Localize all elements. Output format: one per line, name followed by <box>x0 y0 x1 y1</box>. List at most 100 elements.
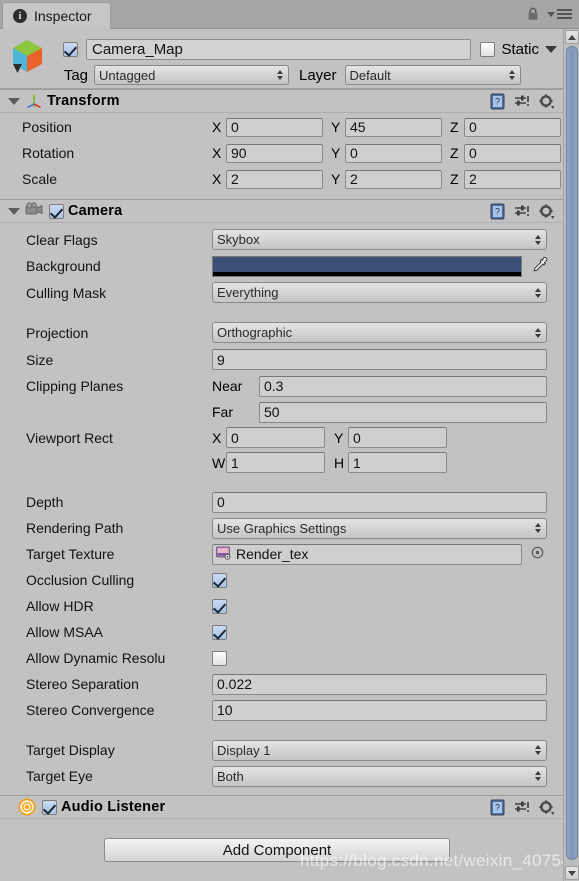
lock-icon[interactable] <box>527 7 539 21</box>
row-rendering-path: Rendering Path Use Graphics Settings <box>0 515 563 541</box>
chevron-updown-icon <box>508 70 515 80</box>
gameobject-header: Camera_Map Static Tag Untagged Layer Def… <box>0 29 563 89</box>
scale-x-input[interactable]: 2 <box>226 169 323 189</box>
inspector-body: Camera_Map Static Tag Untagged Layer Def… <box>0 29 563 881</box>
scroll-up-arrow[interactable] <box>565 30 579 44</box>
allow-msaa-checkbox[interactable] <box>212 624 227 640</box>
object-picker-icon[interactable] <box>531 546 544 562</box>
gameobject-active-checkbox[interactable] <box>63 41 78 57</box>
row-position: Position X 0 Y 45 Z 0 <box>0 114 563 140</box>
static-group: Static <box>480 41 557 58</box>
scrollbar-thumb[interactable] <box>566 46 578 860</box>
target-texture-value: Render_tex <box>236 546 309 562</box>
label-allow-hdr: Allow HDR <box>26 598 94 614</box>
rotation-z-input[interactable]: 0 <box>464 143 561 163</box>
clipping-near-input[interactable]: 0.3 <box>259 375 547 397</box>
label-projection: Projection <box>26 324 89 341</box>
camera-properties: Clear Flags Skybox Background Culling Ma… <box>0 223 563 789</box>
add-component-button[interactable]: Add Component <box>104 838 450 862</box>
component-header-transform[interactable]: Transform ? <box>0 89 563 113</box>
help-icon[interactable]: ? <box>490 799 505 816</box>
tab-inspector[interactable]: i Inspector <box>2 2 111 29</box>
gameobject-name-input[interactable]: Camera_Map <box>86 38 472 60</box>
gear-icon[interactable] <box>539 93 555 110</box>
preset-icon[interactable] <box>514 94 530 110</box>
eyedropper-icon[interactable] <box>530 256 548 277</box>
label-rotation: Rotation <box>22 145 75 161</box>
static-checkbox[interactable] <box>480 41 496 57</box>
position-x-input[interactable]: 0 <box>226 117 323 137</box>
audio-listener-enabled-checkbox[interactable] <box>42 799 57 815</box>
axis-label-z: Z <box>450 171 459 187</box>
size-input[interactable]: 9 <box>212 349 547 370</box>
label-stereo-separation: Stereo Separation <box>26 676 139 692</box>
target-texture-object-field[interactable]: Render_tex <box>212 543 522 565</box>
allow-hdr-checkbox[interactable] <box>212 598 227 614</box>
scale-z-input[interactable]: 2 <box>464 169 561 189</box>
axis-label-w: W <box>212 454 226 471</box>
clear-flags-dropdown[interactable]: Skybox <box>212 229 547 250</box>
tab-options-menu-icon[interactable] <box>547 9 572 19</box>
position-y-input[interactable]: 45 <box>345 117 442 137</box>
layer-dropdown[interactable]: Default <box>344 65 521 85</box>
position-z-input[interactable]: 0 <box>464 117 561 137</box>
rotation-x-input[interactable]: 90 <box>226 143 323 163</box>
row-clipping-planes-far: Far 50 <box>0 399 563 425</box>
preset-icon[interactable] <box>514 204 530 220</box>
label-background: Background <box>26 258 101 274</box>
tag-dropdown[interactable]: Untagged <box>94 65 289 85</box>
component-title-camera: Camera <box>68 203 123 219</box>
foldout-arrow-icon[interactable] <box>8 97 20 105</box>
viewport-h-input[interactable]: 1 <box>348 452 447 473</box>
tag-layer-row: Tag Untagged Layer Default <box>0 64 557 86</box>
label-allow-msaa: Allow MSAA <box>26 624 104 640</box>
camera-enabled-checkbox[interactable] <box>49 203 64 219</box>
viewport-w-input[interactable]: 1 <box>226 452 325 473</box>
gear-icon[interactable] <box>539 799 555 816</box>
row-clipping-planes-near: Clipping Planes Near 0.3 <box>0 373 563 399</box>
component-header-camera[interactable]: Camera ? <box>0 199 563 223</box>
target-eye-value: Both <box>217 768 244 784</box>
label-rendering-path: Rendering Path <box>26 520 124 536</box>
static-label: Static <box>501 40 539 58</box>
depth-input[interactable]: 0 <box>212 491 547 513</box>
label-near: Near <box>212 378 243 394</box>
background-color-fill <box>213 256 521 272</box>
vertical-scrollbar[interactable] <box>563 29 579 881</box>
viewport-x-input[interactable]: 0 <box>226 427 325 448</box>
static-dropdown-arrow-icon[interactable] <box>545 45 557 53</box>
transform-axis-icon <box>25 91 43 112</box>
label-target-texture: Target Texture <box>26 546 115 562</box>
clipping-far-input[interactable]: 50 <box>259 401 547 423</box>
tab-inspector-label: Inspector <box>34 8 92 24</box>
rotation-y-input[interactable]: 0 <box>345 143 442 163</box>
rendering-path-dropdown[interactable]: Use Graphics Settings <box>212 517 547 539</box>
axis-label-z: Z <box>450 119 459 135</box>
scale-y-input[interactable]: 2 <box>345 169 442 189</box>
preset-icon[interactable] <box>514 800 530 816</box>
stereo-separation-input[interactable]: 0.022 <box>212 673 547 695</box>
stereo-convergence-input[interactable]: 10 <box>212 699 547 721</box>
label-clipping-planes: Clipping Planes <box>26 378 124 394</box>
foldout-arrow-icon[interactable] <box>8 207 20 215</box>
help-icon[interactable]: ? <box>490 93 505 110</box>
background-color-swatch[interactable] <box>212 255 522 277</box>
info-icon: i <box>13 9 27 23</box>
target-display-dropdown[interactable]: Display 1 <box>212 739 547 761</box>
tag-label: Tag <box>63 66 88 84</box>
row-viewport-rect-xy: Viewport Rect X 0 Y 0 <box>0 425 563 450</box>
allow-dynamic-resolution-checkbox[interactable] <box>212 650 227 666</box>
component-header-audio-listener[interactable]: Audio Listener ? <box>0 795 563 819</box>
label-depth: Depth <box>26 494 64 510</box>
axis-label-x: X <box>212 119 222 135</box>
help-icon[interactable]: ? <box>490 203 505 220</box>
occlusion-culling-checkbox[interactable] <box>212 572 227 588</box>
culling-mask-dropdown[interactable]: Everything <box>212 282 547 303</box>
axis-label-x: X <box>212 145 222 161</box>
target-eye-dropdown[interactable]: Both <box>212 765 547 787</box>
projection-dropdown[interactable]: Orthographic <box>212 322 547 343</box>
viewport-y-input[interactable]: 0 <box>348 427 447 448</box>
gear-icon[interactable] <box>539 203 555 220</box>
scroll-down-arrow[interactable] <box>565 866 579 880</box>
label-position: Position <box>22 119 72 135</box>
